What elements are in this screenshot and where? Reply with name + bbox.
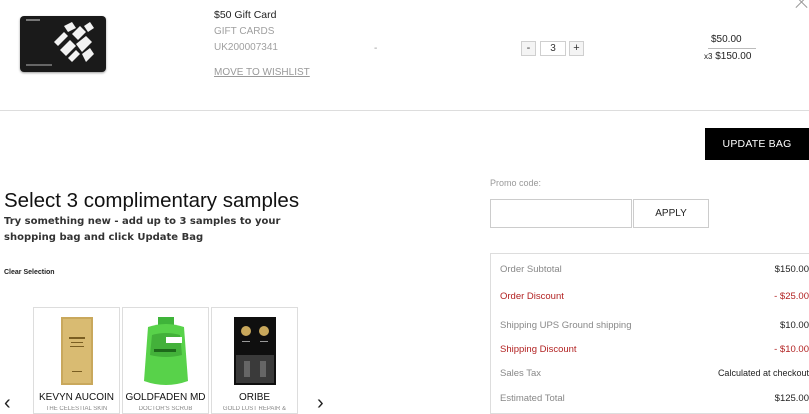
clear-selection-link[interactable]: Clear Selection [4, 269, 55, 276]
row-divider [0, 110, 809, 111]
line-multiplier: x3 [704, 52, 713, 61]
unit-price: $50.00 [711, 34, 742, 45]
sample-card[interactable]: KEVYN AUCOIN THE CELESTIAL SKIN [33, 307, 120, 414]
remove-item-close-icon[interactable] [794, 0, 809, 10]
summary-label: Estimated Total [500, 393, 565, 404]
order-summary: Order Subtotal $150.00 Order Discount - … [490, 253, 809, 414]
gift-card-thumbnail [20, 16, 106, 72]
summary-row-shipping: Shipping UPS Ground shipping $10.00 [500, 320, 809, 331]
item-category: GIFT CARDS [214, 26, 275, 37]
sample-product-name: GOLD LUST REPAIR & [222, 406, 287, 412]
summary-row-shipping-discount: Shipping Discount - $10.00 [500, 344, 809, 355]
item-name: $50 Gift Card [214, 9, 277, 21]
chevron-right-icon[interactable]: › [317, 393, 324, 413]
quantity-increase-button[interactable]: + [569, 41, 584, 56]
price-divider [708, 48, 756, 49]
samples-title: Select 3 complimentary samples [4, 189, 300, 212]
sample-product-image [233, 317, 276, 385]
quantity-decrease-button[interactable]: - [521, 41, 536, 56]
summary-value: $10.00 [779, 320, 809, 331]
sample-product-name: THE CELESTIAL SKIN [45, 406, 108, 412]
summary-label: Order Subtotal [500, 264, 562, 275]
update-bag-button[interactable]: UPDATE BAG [705, 128, 809, 160]
sample-product-image [143, 317, 188, 385]
summary-value: Calculated at checkout [717, 368, 809, 378]
summary-label: Order Discount [500, 291, 564, 302]
sample-card[interactable]: GOLDFADEN MD DOCTOR'S SCRUB [122, 307, 209, 414]
item-sku: UK200007341 [214, 42, 278, 53]
sample-product-image [60, 317, 93, 385]
summary-value: - $10.00 [774, 344, 809, 355]
card-pattern-graphic [50, 22, 96, 66]
quantity-input[interactable]: 3 [540, 41, 566, 56]
summary-row-sales-tax: Sales Tax Calculated at checkout [500, 368, 809, 379]
card-fineprint [26, 64, 52, 66]
item-option-placeholder: - [374, 43, 378, 54]
samples-subtitle: Try something new - add up to 3 samples … [4, 216, 281, 243]
summary-value: $150.00 [774, 264, 809, 275]
chevron-left-icon[interactable]: ‹ [4, 393, 11, 413]
line-total-value: $150.00 [715, 51, 752, 62]
move-to-wishlist-link[interactable]: MOVE TO WISHLIST [214, 67, 310, 78]
promo-code-label: Promo code: [490, 178, 542, 188]
summary-row-estimated-total: Estimated Total $125.00 [500, 393, 809, 404]
sample-brand: GOLDFADEN MD [125, 392, 206, 403]
sample-product-name: DOCTOR'S SCRUB [138, 406, 193, 412]
summary-label: Shipping Discount [500, 344, 577, 355]
apply-promo-button[interactable]: APPLY [633, 199, 709, 228]
summary-value: - $25.00 [774, 291, 809, 302]
sample-card[interactable]: ORIBE GOLD LUST REPAIR & [211, 307, 298, 414]
card-brand-mark [26, 19, 40, 21]
sample-brand: KEVYN AUCOIN [38, 392, 115, 403]
summary-value: $125.00 [774, 393, 809, 404]
promo-code-input[interactable] [490, 199, 632, 228]
summary-row-order-discount: Order Discount - $25.00 [500, 291, 809, 302]
summary-row-subtotal: Order Subtotal $150.00 [500, 264, 809, 275]
summary-label: Shipping UPS Ground shipping [500, 320, 632, 331]
summary-label: Sales Tax [500, 368, 542, 379]
line-total: x3 $150.00 [704, 51, 751, 62]
sample-brand: ORIBE [238, 392, 271, 403]
